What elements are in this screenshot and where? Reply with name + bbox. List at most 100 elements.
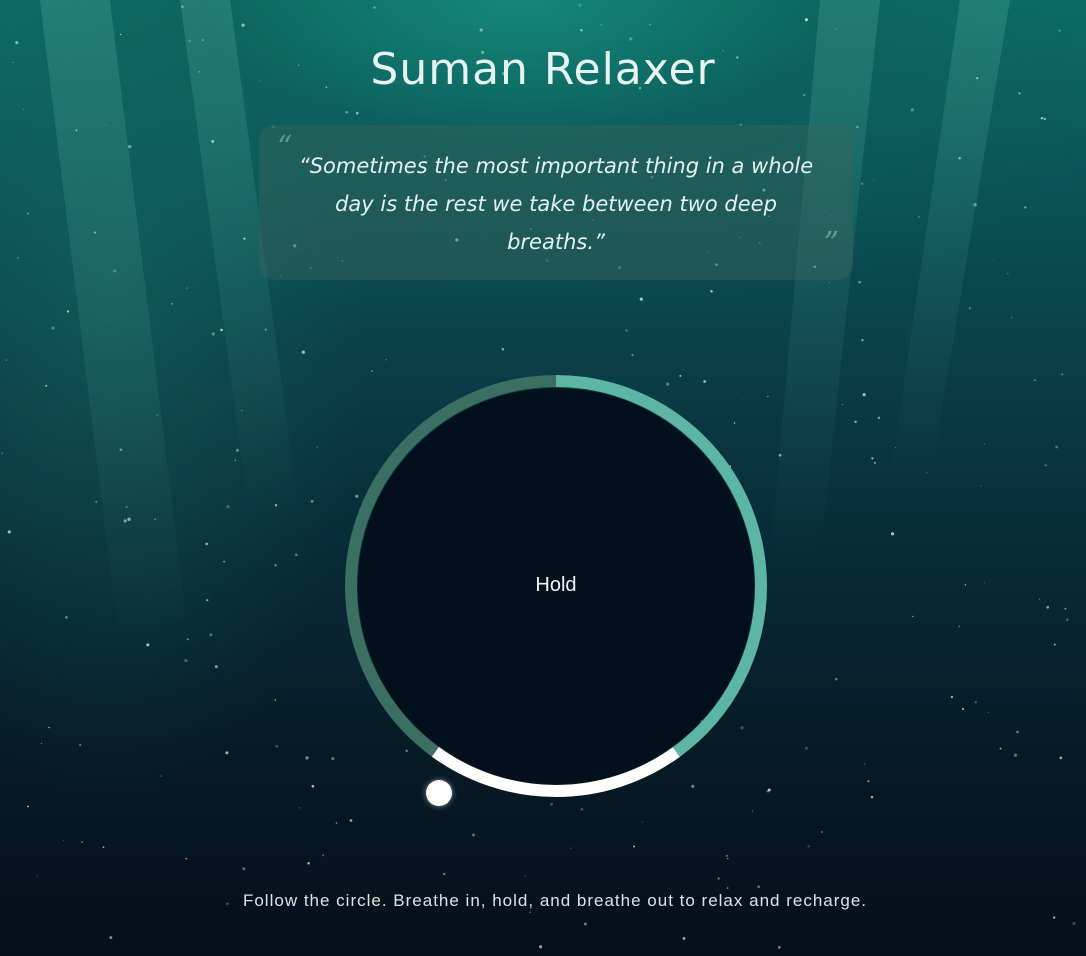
particle [778,453,782,457]
particle [65,616,68,619]
particle [1,452,4,455]
particle [583,922,587,926]
particle [958,157,961,160]
app-title: Suman Relaxer [370,44,716,95]
particle [349,819,353,822]
particle [625,329,628,332]
particle [950,695,953,699]
particle [983,582,985,584]
particle [27,212,30,215]
particle [1059,756,1063,760]
particle [894,447,896,449]
particle [890,532,895,536]
particle [186,287,188,289]
particle [119,33,122,36]
particle [123,519,127,523]
particle [234,459,236,461]
particle [633,845,636,848]
particle [973,203,977,207]
particle [648,23,651,26]
particle [66,310,70,313]
particle [1053,643,1056,646]
particle [501,347,505,351]
quote-text: “Sometimes the most important thing in a… [298,154,814,254]
particle [241,23,245,27]
particle [356,111,359,115]
particle [373,6,376,9]
particle [186,638,189,641]
particle [918,216,920,218]
particle [958,625,961,628]
particle [841,404,843,405]
particle [202,39,204,41]
particle [858,280,861,284]
particle [321,854,325,857]
particle [992,259,994,261]
particle [1053,916,1056,919]
particle [835,28,837,30]
particle [1016,730,1019,734]
particle [1040,116,1044,120]
particle [185,857,188,860]
particle [22,108,24,111]
particle [980,485,982,487]
particle [751,810,753,812]
particle [211,332,215,336]
particle [961,707,965,711]
particle [726,855,728,857]
quote-card: “ “Sometimes the most important thing in… [259,125,853,280]
particle [243,237,246,240]
particle [81,841,83,843]
particle [335,822,338,824]
particle [600,24,602,26]
particle [1055,445,1059,449]
particle [225,751,229,755]
particle [479,28,483,32]
particle [316,446,318,448]
particle [988,711,990,713]
particle [119,448,123,452]
breathing-pointer-dot [426,780,452,806]
particle [95,500,98,503]
particle [295,553,298,556]
particle [113,269,117,273]
close-quote-icon: ” [823,226,839,261]
particle [864,763,866,765]
particle [75,129,78,132]
particle [274,503,278,507]
particle [104,124,106,126]
particle [127,517,131,521]
particle [777,945,781,949]
particle [726,857,729,860]
particle [180,5,184,9]
particle [160,775,162,777]
particle [631,354,634,356]
particle [45,384,48,387]
particle [804,18,808,22]
particle [1024,206,1027,209]
particle [205,542,208,546]
particle [821,831,823,833]
particle [639,297,643,301]
particle [301,350,305,354]
particle [27,805,30,808]
breathing-phase-label: Hold [535,574,577,596]
particle [807,845,810,848]
particle [242,867,246,871]
particle [877,416,881,420]
particle [1061,373,1063,376]
particle [580,115,582,117]
particle [925,471,928,474]
particle [223,560,225,563]
particle [443,872,446,876]
particle [211,140,215,143]
particle [974,701,977,704]
particle [1033,379,1036,382]
particle [1006,272,1009,275]
particle [156,414,159,417]
particle [964,584,967,586]
particle [307,861,310,865]
particle [17,256,20,259]
particle [345,111,348,114]
particle [94,231,96,234]
